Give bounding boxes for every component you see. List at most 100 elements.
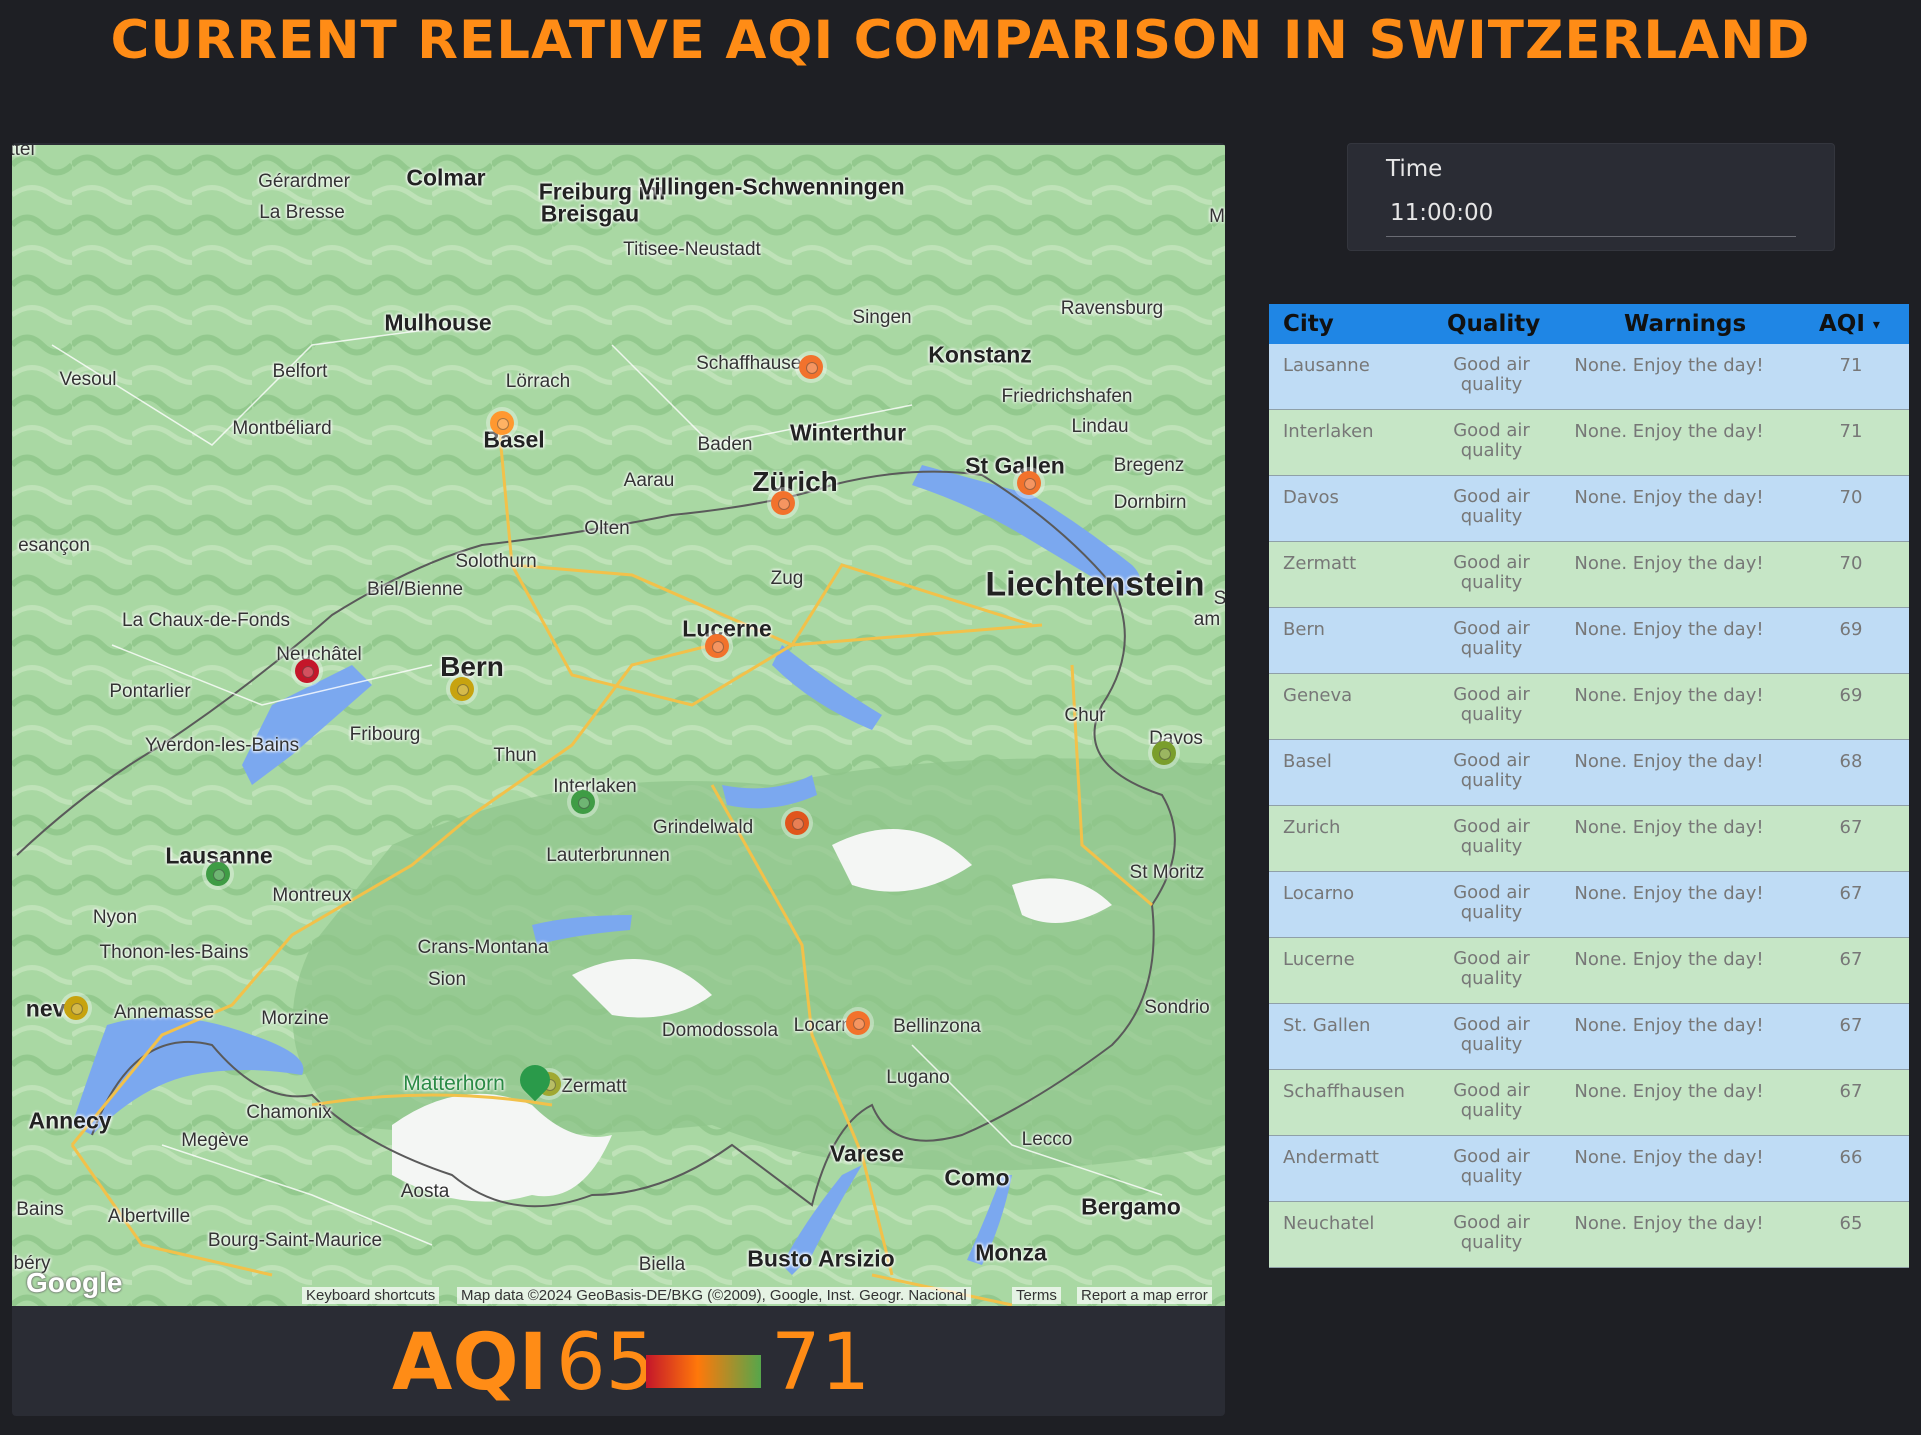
cell-quality: Good air quality	[1453, 618, 1530, 659]
cell-quality: Good air quality	[1453, 1146, 1530, 1187]
cell-warnings: None. Enjoy the day!	[1574, 751, 1764, 772]
terms-link[interactable]: Terms	[1012, 1287, 1061, 1304]
map-label-monza: Monza	[975, 1239, 1047, 1266]
map-label-morzine: Morzine	[261, 1008, 329, 1029]
map-label-m: M	[1209, 206, 1225, 227]
map-label-winterthur: Winterthur	[789, 419, 907, 446]
legend-min-value: 65	[556, 1318, 656, 1408]
cell-warnings: None. Enjoy the day!	[1574, 1147, 1764, 1168]
cell-quality: Good air quality	[1453, 354, 1530, 395]
cell-warnings: None. Enjoy the day!	[1574, 553, 1764, 574]
map-label-la-bresse: La Bresse	[259, 202, 345, 223]
map-label-breisgau: Breisgau	[540, 200, 640, 227]
column-header-aqi[interactable]: AQI ▾	[1819, 311, 1880, 337]
aqi-marker-schaffhausen[interactable]	[799, 355, 823, 379]
map-label-friedrichshafen: Friedrichshafen	[1001, 386, 1133, 407]
map-attribution: Map data ©2024 GeoBasis-DE/BKG (©2009), …	[457, 1287, 971, 1304]
table-body: Lausanne Good air quality None. Enjoy the …	[1269, 344, 1909, 1268]
aqi-marker-interlaken[interactable]	[571, 790, 595, 814]
cell-aqi: 67	[1839, 1015, 1863, 1036]
time-underline	[1386, 236, 1796, 237]
map-label-lecco: Lecco	[1021, 1129, 1073, 1150]
cell-warnings: None. Enjoy the day!	[1574, 421, 1764, 442]
map-label-konstanz: Konstanz	[928, 341, 1032, 368]
map-label-s: S	[1213, 588, 1225, 609]
map-label-baden: Baden	[697, 434, 753, 455]
column-header-city[interactable]: City	[1283, 311, 1334, 337]
keyboard-shortcuts-link[interactable]: Keyboard shortcuts	[302, 1287, 440, 1304]
cell-city: Lausanne	[1283, 355, 1370, 376]
map-label-bergamo: Bergamo	[1081, 1193, 1181, 1220]
map-label-pontarlier: Pontarlier	[109, 681, 191, 702]
aqi-marker-st-gallen[interactable]	[1017, 471, 1041, 495]
map-label-la-chaux-de-fonds: La Chaux-de-Fonds	[122, 610, 290, 631]
report-map-error-link[interactable]: Report a map error	[1077, 1287, 1212, 1304]
table-row: Basel Good air quality None. Enjoy the day…	[1269, 740, 1909, 806]
map-label-bains: Bains	[16, 1199, 64, 1220]
cell-quality: Good air quality	[1453, 1014, 1530, 1055]
column-header-warnings[interactable]: Warnings	[1624, 311, 1746, 337]
map-label-yverdon-les-bains: Yverdon-les-Bains	[144, 735, 300, 756]
cell-quality: Good air quality	[1453, 684, 1530, 725]
map-label-esan-on: esançon	[18, 535, 90, 556]
cell-warnings: None. Enjoy the day!	[1574, 355, 1764, 376]
table-row: Interlaken Good air quality None. Enjoy th…	[1269, 410, 1909, 476]
sort-desc-icon[interactable]: ▾	[1873, 317, 1880, 333]
cell-quality: Good air quality	[1453, 882, 1530, 923]
map-label-solothurn: Solothurn	[455, 551, 537, 572]
cell-quality: Good air quality	[1453, 1080, 1530, 1121]
map-label-biella: Biella	[638, 1254, 686, 1275]
cell-aqi: 69	[1839, 685, 1863, 706]
cell-quality: Good air quality	[1453, 552, 1530, 593]
map-label-bellinzona: Bellinzona	[893, 1016, 981, 1037]
cell-city: Lucerne	[1283, 949, 1355, 970]
map-label-mulhouse: Mulhouse	[384, 309, 492, 336]
map-label-neuch-tel: Neuchâtel	[276, 644, 362, 665]
table-row: Bern Good air quality None. Enjoy the day!…	[1269, 608, 1909, 674]
cell-aqi: 69	[1839, 619, 1863, 640]
cell-city: Davos	[1283, 487, 1339, 508]
cell-city: Zurich	[1283, 817, 1341, 838]
aqi-marker-lucerne[interactable]	[705, 634, 729, 658]
aqi-marker-geneva[interactable]	[64, 996, 88, 1020]
aqi-marker-davos[interactable]	[1152, 741, 1176, 765]
cell-aqi: 71	[1839, 421, 1863, 442]
map-label-meg-ve: Megève	[181, 1130, 249, 1151]
cell-warnings: None. Enjoy the day!	[1574, 487, 1764, 508]
map-label-vesoul: Vesoul	[59, 369, 117, 390]
time-panel: Time 11:00:00	[1347, 143, 1835, 251]
time-value: 11:00:00	[1390, 200, 1494, 226]
cell-city: Interlaken	[1283, 421, 1374, 442]
aqi-marker-neuchatel[interactable]	[295, 659, 319, 683]
cell-aqi: 67	[1839, 817, 1863, 838]
aqi-marker-zurich[interactable]	[771, 491, 795, 515]
cell-aqi: 66	[1839, 1147, 1863, 1168]
column-header-quality[interactable]: Quality	[1447, 311, 1540, 337]
map-label-colmar: Colmar	[406, 164, 486, 191]
aqi-marker-bern[interactable]	[450, 677, 474, 701]
aqi-legend: AQI 65 71	[12, 1318, 1225, 1413]
map-label-st-moritz: St Moritz	[1129, 862, 1205, 883]
map-label-montb-liard: Montbéliard	[232, 418, 332, 439]
aqi-marker-locarno[interactable]	[846, 1011, 870, 1035]
cell-city: St. Gallen	[1283, 1015, 1371, 1036]
dashboard-title: CURRENT RELATIVE AQI COMPARISON IN SWITZ…	[110, 10, 1811, 71]
cell-city: Geneva	[1283, 685, 1353, 706]
cell-city: Andermatt	[1283, 1147, 1379, 1168]
aqi-marker-basel[interactable]	[490, 411, 514, 435]
table-row: Schaffhausen Good air quality None. Enjoy …	[1269, 1070, 1909, 1136]
aqi-marker-lausanne[interactable]	[206, 862, 230, 886]
table-row: Zurich Good air quality None. Enjoy the da…	[1269, 806, 1909, 872]
column-header-aqi-label: AQI	[1819, 311, 1865, 337]
cell-warnings: None. Enjoy the day!	[1574, 1081, 1764, 1102]
map-label-aosta: Aosta	[400, 1181, 450, 1202]
table-row: St. Gallen Good air quality None. Enjoy th…	[1269, 1004, 1909, 1070]
legend-label: AQI	[392, 1318, 548, 1408]
cell-aqi: 67	[1839, 949, 1863, 970]
map-label-singen: Singen	[852, 307, 912, 328]
cell-quality: Good air quality	[1453, 750, 1530, 791]
cell-city: Locarno	[1283, 883, 1355, 904]
geomap[interactable]: Gérardmer Colmar Freiburg im Breisgau Villin…	[12, 145, 1225, 1306]
cell-aqi: 71	[1839, 355, 1863, 376]
aqi-marker-andermatt[interactable]	[785, 811, 809, 835]
